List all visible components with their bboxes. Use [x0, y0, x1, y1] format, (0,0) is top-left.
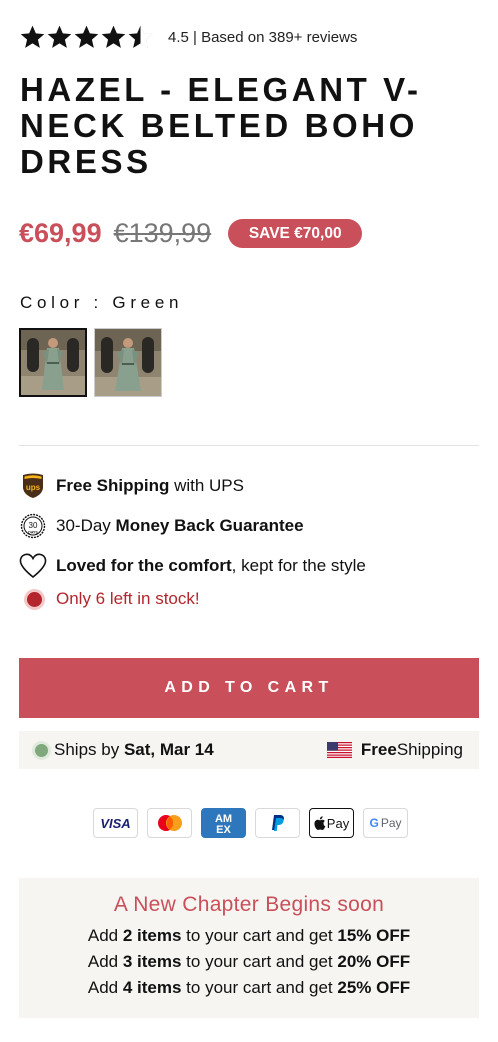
promo-qty: 4 items	[122, 978, 182, 997]
feature-text: 30-Day	[56, 516, 116, 535]
divider	[19, 445, 479, 446]
us-flag-icon	[326, 742, 352, 758]
ships-dot-icon	[35, 743, 48, 757]
heart-icon	[19, 552, 47, 580]
feature-bold: Loved for the comfort	[56, 556, 232, 575]
svg-text:DAYS: DAYS	[28, 531, 38, 535]
amex-icon: AM EX	[201, 808, 246, 838]
ships-by-prefix: Ships by	[54, 740, 124, 759]
star-rating	[19, 24, 154, 50]
feature-free-shipping: ups Free Shipping with UPS	[19, 472, 244, 500]
shipping-info-bar: Ships by Sat, Mar 14 Free Shipping	[19, 731, 479, 769]
stock-warning: Only 6 left in stock!	[19, 589, 200, 609]
star-icon	[101, 25, 126, 48]
dress-thumbnail-image	[21, 330, 85, 395]
add-to-cart-button[interactable]: ADD TO CART	[19, 658, 479, 718]
promo-title: A New Chapter Begins soon	[113, 893, 385, 916]
promo-discount: 15% OFF	[337, 926, 411, 945]
bundle-promo-panel: A New Chapter Begins soon Add 2 items to…	[19, 878, 479, 1018]
feature-bold: Money Back Guarantee	[115, 516, 304, 535]
rating-summary[interactable]: 4.5 | Based on 389+ reviews	[19, 24, 357, 50]
svg-text:EX: EX	[216, 824, 231, 836]
apple-pay-icon: Pay	[309, 808, 354, 838]
svg-text:30: 30	[29, 521, 38, 530]
promo-text: Add	[87, 978, 123, 997]
visa-icon: VISA	[93, 808, 138, 838]
star-icon	[74, 25, 99, 48]
ups-icon: ups	[19, 472, 47, 500]
color-swatch-green-1[interactable]	[19, 328, 87, 397]
google-pay-icon: G Pay	[363, 808, 408, 838]
promo-text: Add	[87, 952, 123, 971]
save-badge: SAVE €70,00	[228, 219, 363, 248]
compare-price: €139,99	[113, 218, 212, 248]
free-word: Free	[360, 740, 397, 759]
dress-thumbnail-image	[95, 329, 161, 396]
promo-qty: 2 items	[122, 926, 182, 945]
star-icon	[47, 25, 72, 48]
google-g: G	[369, 816, 379, 830]
promo-line: Add 3 items to your cart and get 20% OFF	[19, 949, 479, 975]
free-shipping-note: Free Shipping	[326, 740, 463, 760]
promo-qty: 3 items	[122, 952, 182, 971]
shipping-word: Shipping	[396, 740, 463, 759]
apple-pay-label: Pay	[326, 815, 350, 831]
star-icon	[20, 25, 45, 48]
paypal-icon	[255, 808, 300, 838]
stock-dot-icon	[27, 591, 42, 607]
visa-label: VISA	[100, 815, 131, 831]
feature-bold: Free Shipping	[56, 476, 170, 495]
color-label: Color : Green	[20, 293, 184, 312]
ships-by-date: Sat, Mar 14	[123, 740, 214, 759]
half-star-icon	[128, 24, 153, 49]
feature-text: , kept for the style	[231, 556, 366, 575]
promo-text: to your cart and get	[181, 978, 338, 997]
payment-methods: VISA AM EX Pay G Pay	[93, 808, 417, 838]
promo-text: to your cart and get	[181, 952, 338, 971]
promo-text: to your cart and get	[181, 926, 338, 945]
30-days-icon: 30 DAYS	[19, 512, 47, 540]
rating-text: 4.5 | Based on 389+ reviews	[168, 28, 358, 46]
promo-line: Add 4 items to your cart and get 25% OFF	[19, 975, 479, 1001]
promo-discount: 25% OFF	[337, 978, 411, 997]
feature-text: with UPS	[169, 476, 244, 495]
google-pay-label: Pay	[380, 816, 402, 830]
sale-price: €69,99	[19, 218, 102, 248]
promo-text: Add	[87, 926, 123, 945]
feature-comfort: Loved for the comfort, kept for the styl…	[19, 552, 366, 580]
svg-text:ups: ups	[26, 483, 41, 492]
mastercard-icon	[147, 808, 192, 838]
color-swatch-green-2[interactable]	[94, 328, 162, 397]
product-title: HAZEL - ELEGANT V-NECK BELTED BOHO DRESS	[20, 71, 422, 180]
stock-text: Only 6 left in stock!	[56, 589, 200, 608]
price-row: €69,99 €139,99 SAVE €70,00	[19, 218, 363, 249]
promo-line: Add 2 items to your cart and get 15% OFF	[19, 923, 479, 949]
ships-by: Ships by Sat, Mar 14	[54, 740, 214, 760]
feature-money-back: 30 DAYS 30-Day Money Back Guarantee	[19, 512, 304, 540]
promo-discount: 20% OFF	[337, 952, 411, 971]
